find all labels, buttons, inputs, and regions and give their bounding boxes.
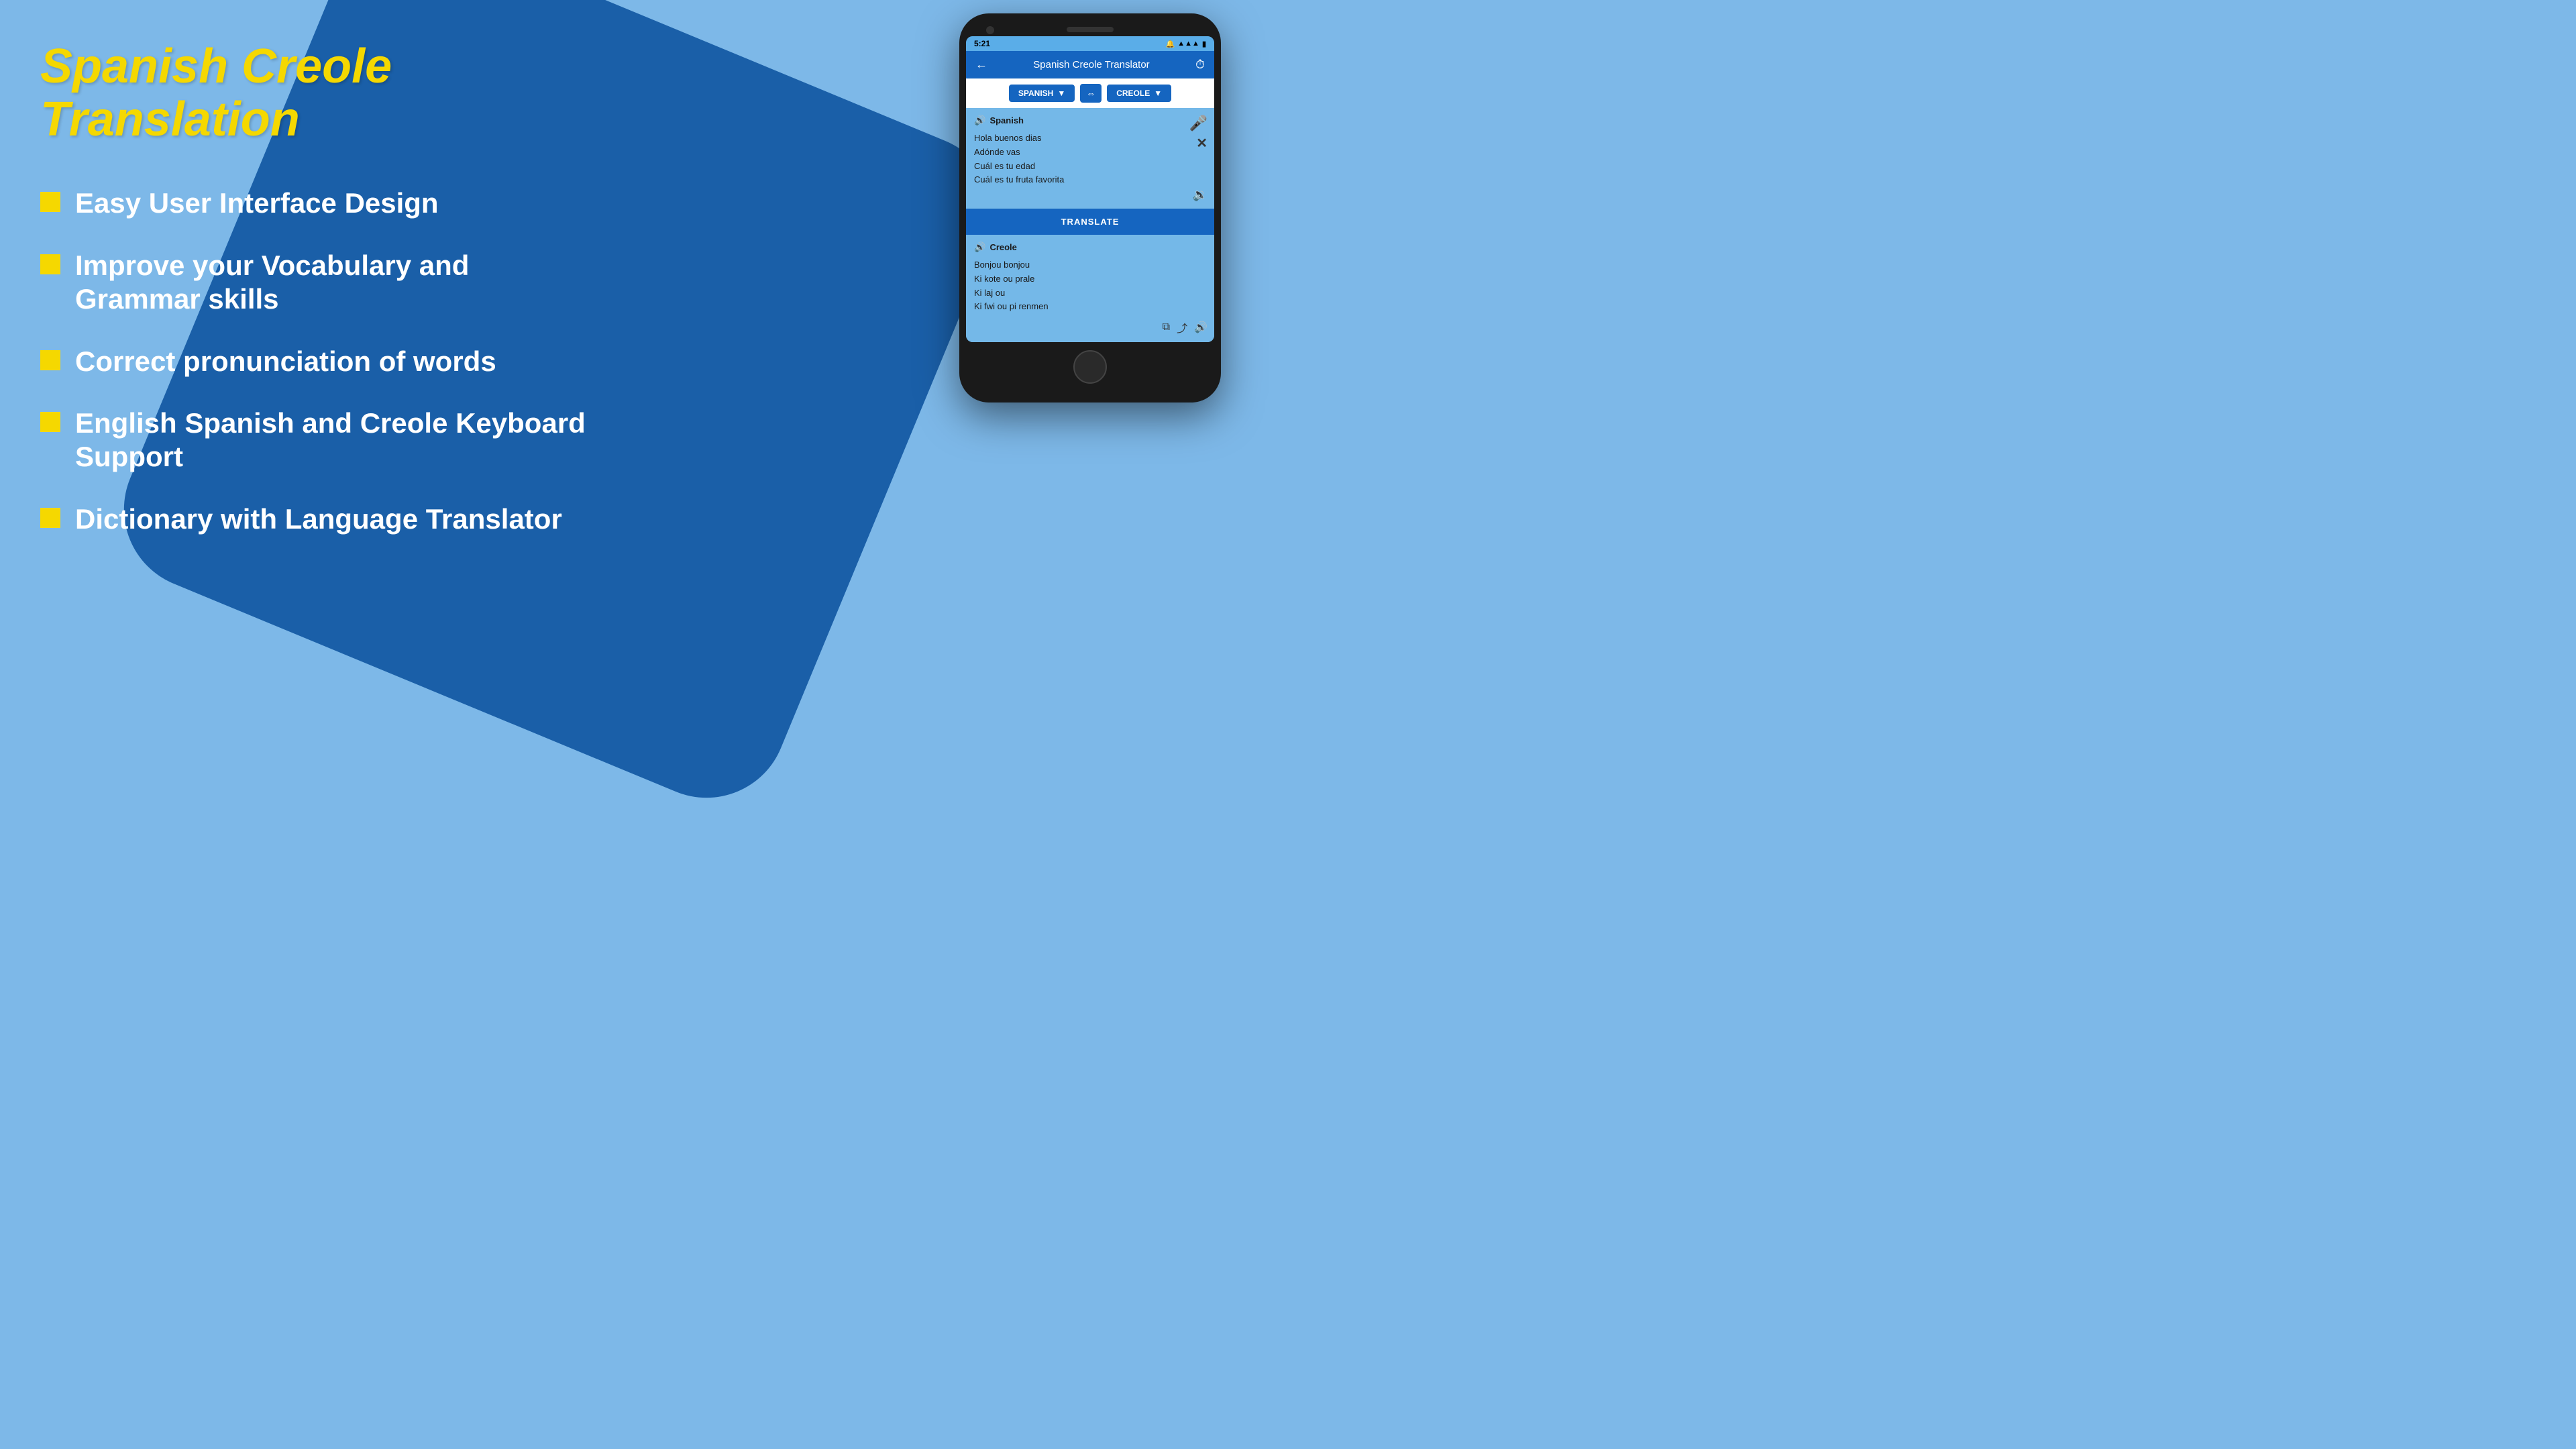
battery-icon: ▮ <box>1202 40 1206 48</box>
input-speaker-icon: 🔊 <box>974 115 985 126</box>
feature-item: English Spanish and Creole Keyboard Supp… <box>40 407 590 474</box>
source-lang-dropdown-icon: ▼ <box>1057 89 1065 98</box>
mic-icon[interactable]: 🎤 <box>1189 115 1208 132</box>
input-line: Hola buenos dias <box>974 131 1206 146</box>
output-line: Bonjou bonjou <box>974 258 1206 272</box>
bullet-square <box>40 412 60 432</box>
app-header-title: Spanish Creole Translator <box>987 59 1195 70</box>
status-time: 5:21 <box>974 39 990 48</box>
left-content: Spanish Creole Translation Easy User Int… <box>40 40 590 536</box>
output-section-label: 🔊 Creole <box>974 241 1206 253</box>
main-title: Spanish Creole Translation <box>40 40 590 146</box>
phone-camera <box>986 26 994 34</box>
output-line: Ki fwi ou pi renmen <box>974 300 1206 314</box>
output-action-icons: ⧉ ⤴ 🔊 <box>1163 319 1208 335</box>
feature-item: Dictionary with Language Translator <box>40 502 590 536</box>
feature-item: Correct pronunciation of words <box>40 345 590 378</box>
feature-text: Correct pronunciation of words <box>75 345 496 378</box>
output-line: Ki laj ou <box>974 286 1206 301</box>
phone-screen: 5:21 🔔 ▲▲▲ ▮ ← Spanish Creole Translator… <box>966 36 1214 342</box>
input-line: Cuál es tu fruta favorita <box>974 173 1206 187</box>
output-text: Bonjou bonjouKi kote ou praleKi laj ouKi… <box>974 258 1206 314</box>
phone-speaker <box>1067 27 1114 32</box>
wifi-icon: ▲▲▲ <box>1177 40 1199 48</box>
input-section[interactable]: 🔊 Spanish Hola buenos diasAdónde vasCuál… <box>966 108 1214 209</box>
input-tts-icon[interactable]: 🔉 <box>1193 188 1208 202</box>
output-speaker-icon: 🔊 <box>974 241 985 253</box>
input-text: Hola buenos diasAdónde vasCuál es tu eda… <box>974 131 1206 187</box>
output-tts-icon[interactable]: 🔊 <box>1194 321 1208 334</box>
lang-selector: SPANISH ▼ ⇔ CREOLE ▼ <box>966 78 1214 108</box>
phone-notch <box>966 24 1214 36</box>
feature-text: Dictionary with Language Translator <box>75 502 562 536</box>
bullet-square <box>40 350 60 370</box>
clear-button[interactable]: ✕ <box>1196 135 1208 152</box>
output-line: Ki kote ou prale <box>974 272 1206 286</box>
feature-text: Improve your Vocabulary and Grammar skil… <box>75 249 590 317</box>
features-list: Easy User Interface Design Improve your … <box>40 186 590 536</box>
notification-icon: 🔔 <box>1166 40 1175 48</box>
source-lang-label: SPANISH <box>1018 89 1053 98</box>
app-header: ← Spanish Creole Translator ⏱ <box>966 51 1214 78</box>
copy-icon[interactable]: ⧉ <box>1163 321 1170 333</box>
back-button[interactable]: ← <box>975 58 987 72</box>
home-button[interactable] <box>1073 350 1107 384</box>
feature-text: Easy User Interface Design <box>75 186 439 220</box>
input-line: Cuál es tu edad <box>974 160 1206 174</box>
swap-languages-button[interactable]: ⇔ <box>1080 84 1102 103</box>
swap-icon: ⇔ <box>1086 88 1095 99</box>
output-lang-name: Creole <box>989 242 1016 252</box>
target-lang-button[interactable]: CREOLE ▼ <box>1107 85 1171 102</box>
phone-home-area <box>966 342 1214 386</box>
feature-text: English Spanish and Creole Keyboard Supp… <box>75 407 590 474</box>
bullet-square <box>40 192 60 212</box>
translate-button[interactable]: TRANSLATE <box>966 209 1214 235</box>
target-lang-dropdown-icon: ▼ <box>1154 89 1162 98</box>
phone-container: 5:21 🔔 ▲▲▲ ▮ ← Spanish Creole Translator… <box>959 13 1221 402</box>
output-section: 🔊 Creole Bonjou bonjouKi kote ou praleKi… <box>966 235 1214 342</box>
bullet-square <box>40 508 60 528</box>
feature-item: Improve your Vocabulary and Grammar skil… <box>40 249 590 317</box>
phone-mockup: 5:21 🔔 ▲▲▲ ▮ ← Spanish Creole Translator… <box>959 13 1221 402</box>
source-lang-button[interactable]: SPANISH ▼ <box>1009 85 1075 102</box>
history-button[interactable]: ⏱ <box>1195 58 1205 72</box>
share-icon[interactable]: ⤴ <box>1177 319 1187 335</box>
input-section-label: 🔊 Spanish <box>974 115 1206 126</box>
bullet-square <box>40 254 60 274</box>
input-line: Adónde vas <box>974 146 1206 160</box>
status-icons: 🔔 ▲▲▲ ▮ <box>1166 40 1206 48</box>
target-lang-label: CREOLE <box>1116 89 1150 98</box>
feature-item: Easy User Interface Design <box>40 186 590 220</box>
input-lang-name: Spanish <box>989 115 1024 125</box>
status-bar: 5:21 🔔 ▲▲▲ ▮ <box>966 36 1214 51</box>
